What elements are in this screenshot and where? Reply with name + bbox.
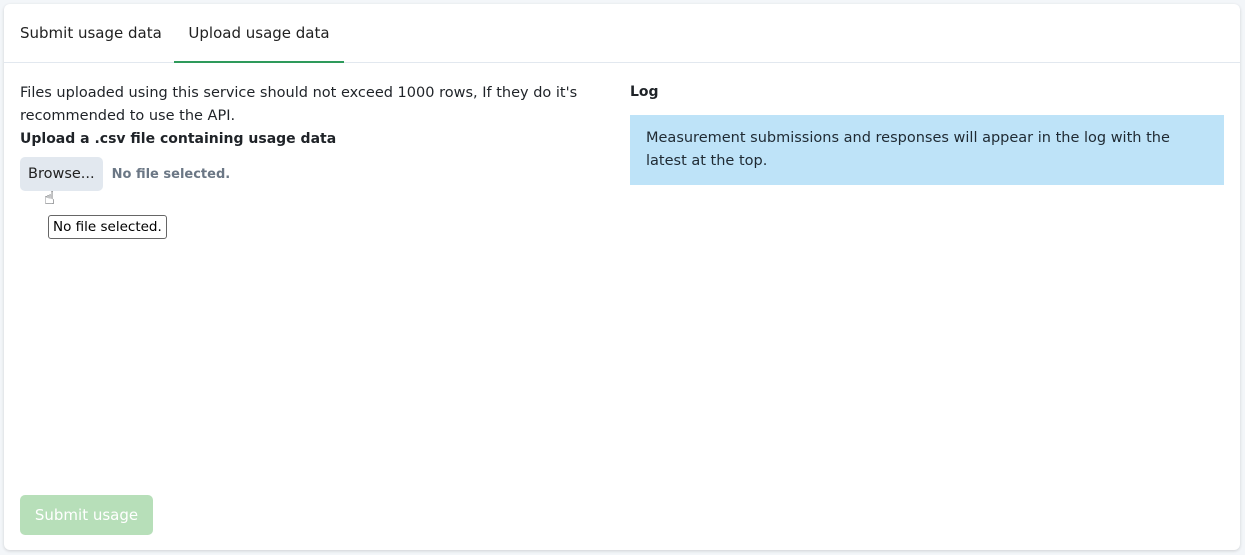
tab-bar: Submit usage data Upload usage data — [4, 4, 1240, 63]
log-section: Log Measurement submissions and response… — [630, 82, 1224, 185]
upload-section: Files uploaded using this service should… — [20, 82, 600, 239]
hand-cursor-icon: ☝ — [44, 188, 55, 209]
tab-upload-usage-data[interactable]: Upload usage data — [174, 4, 344, 63]
file-status: No file selected. — [111, 166, 231, 182]
tooltip: No file selected. — [48, 215, 167, 239]
log-message: Measurement submissions and responses wi… — [630, 115, 1224, 185]
upload-label: Upload a .csv file containing usage data — [20, 131, 337, 147]
tab-submit-usage-data[interactable]: Submit usage data — [20, 4, 162, 62]
submit-usage-button[interactable]: Submit usage — [20, 495, 153, 535]
upload-notice: Files uploaded using this service should… — [20, 85, 578, 124]
usage-card: Submit usage data Upload usage data File… — [4, 4, 1240, 550]
browse-button[interactable]: Browse... — [20, 157, 103, 191]
file-input[interactable]: Browse... No file selected. — [20, 157, 600, 191]
log-title: Log — [630, 84, 659, 100]
